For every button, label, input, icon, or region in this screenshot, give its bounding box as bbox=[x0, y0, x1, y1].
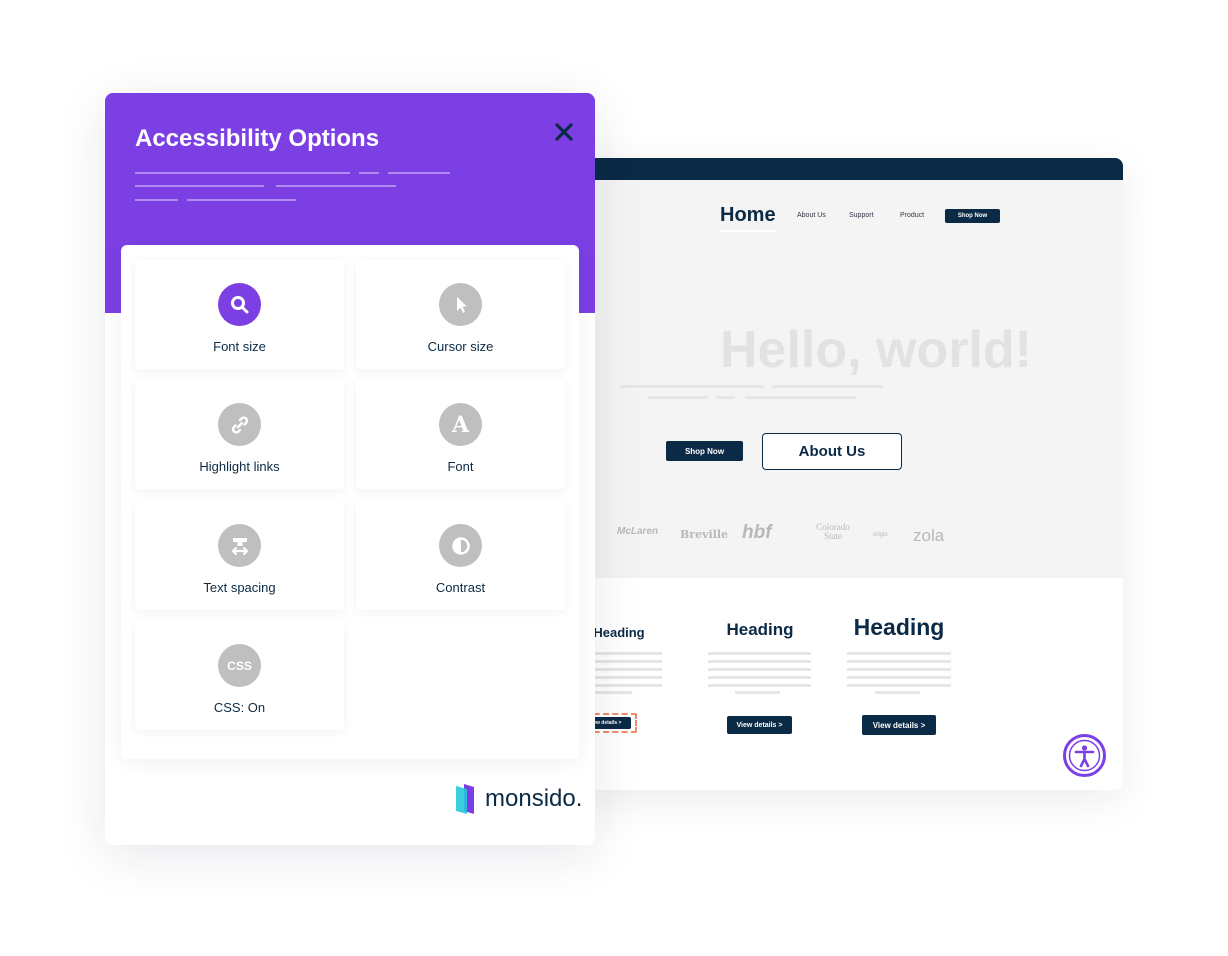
css-icon: CSS bbox=[218, 644, 261, 687]
option-css[interactable]: CSS CSS: On bbox=[135, 621, 344, 730]
logo-mclaren: McLaren bbox=[617, 526, 659, 537]
logo-colorado-state: Colorado State bbox=[816, 522, 850, 541]
text-spacing-icon bbox=[218, 524, 261, 567]
nav-about[interactable]: About Us bbox=[797, 212, 826, 219]
logo-breville: Breville bbox=[680, 528, 729, 541]
nav-support[interactable]: Support bbox=[849, 212, 874, 219]
card-heading: Heading bbox=[853, 614, 945, 640]
hero-shop-button[interactable]: Shop Now bbox=[666, 441, 743, 461]
nav-home[interactable]: Home bbox=[720, 204, 776, 232]
accessibility-person-icon bbox=[1068, 739, 1101, 772]
monsido-logo: monsido. bbox=[455, 783, 582, 815]
accessibility-panel: Accessibility Options Font size Cursor s… bbox=[105, 93, 595, 845]
option-text-spacing[interactable]: Text spacing bbox=[135, 501, 344, 610]
letter-a-icon: A bbox=[439, 403, 482, 446]
option-label: Cursor size bbox=[427, 339, 494, 354]
view-details-button[interactable]: View details > bbox=[727, 716, 792, 734]
browser-top-bar bbox=[575, 158, 1123, 180]
option-label: Contrast bbox=[435, 580, 486, 595]
option-label: Font size bbox=[213, 339, 266, 354]
hero-section: Home About Us Support Product Shop Now H… bbox=[575, 180, 1123, 578]
close-button[interactable] bbox=[553, 121, 575, 143]
monsido-mark-icon bbox=[456, 784, 474, 814]
nav-product[interactable]: Product bbox=[900, 212, 924, 219]
website-preview: Home About Us Support Product Shop Now H… bbox=[575, 158, 1123, 790]
option-highlight-links[interactable]: Highlight links bbox=[135, 380, 344, 489]
panel-title: Accessibility Options bbox=[135, 125, 380, 152]
hero-about-button[interactable]: About Us bbox=[762, 433, 902, 470]
option-contrast[interactable]: Contrast bbox=[356, 501, 565, 610]
option-label: Font bbox=[447, 459, 474, 474]
option-label: Text spacing bbox=[203, 580, 276, 595]
logo-origin: origin bbox=[873, 532, 888, 538]
logo-zola: zola bbox=[913, 526, 945, 545]
nav-shop-button[interactable]: Shop Now bbox=[945, 209, 1000, 223]
logo-hbf: hbf bbox=[742, 522, 772, 543]
link-icon bbox=[218, 403, 261, 446]
magnifier-icon bbox=[218, 283, 261, 326]
options-card: Font size Cursor size Highlight links A … bbox=[121, 245, 579, 759]
option-font[interactable]: A Font bbox=[356, 380, 565, 489]
close-icon bbox=[555, 123, 573, 141]
hero-title: Hello, world! bbox=[720, 321, 1032, 379]
option-label: Highlight links bbox=[199, 459, 280, 474]
card-heading: Heading bbox=[726, 620, 794, 639]
option-cursor-size[interactable]: Cursor size bbox=[356, 260, 565, 369]
option-label: CSS: On bbox=[213, 700, 266, 715]
brand-name: monsido. bbox=[485, 785, 583, 812]
cursor-icon bbox=[439, 283, 482, 326]
accessibility-widget-button[interactable] bbox=[1063, 734, 1106, 777]
option-font-size[interactable]: Font size bbox=[135, 260, 344, 369]
view-details-button[interactable]: View details > bbox=[862, 715, 936, 735]
contrast-icon bbox=[439, 524, 482, 567]
